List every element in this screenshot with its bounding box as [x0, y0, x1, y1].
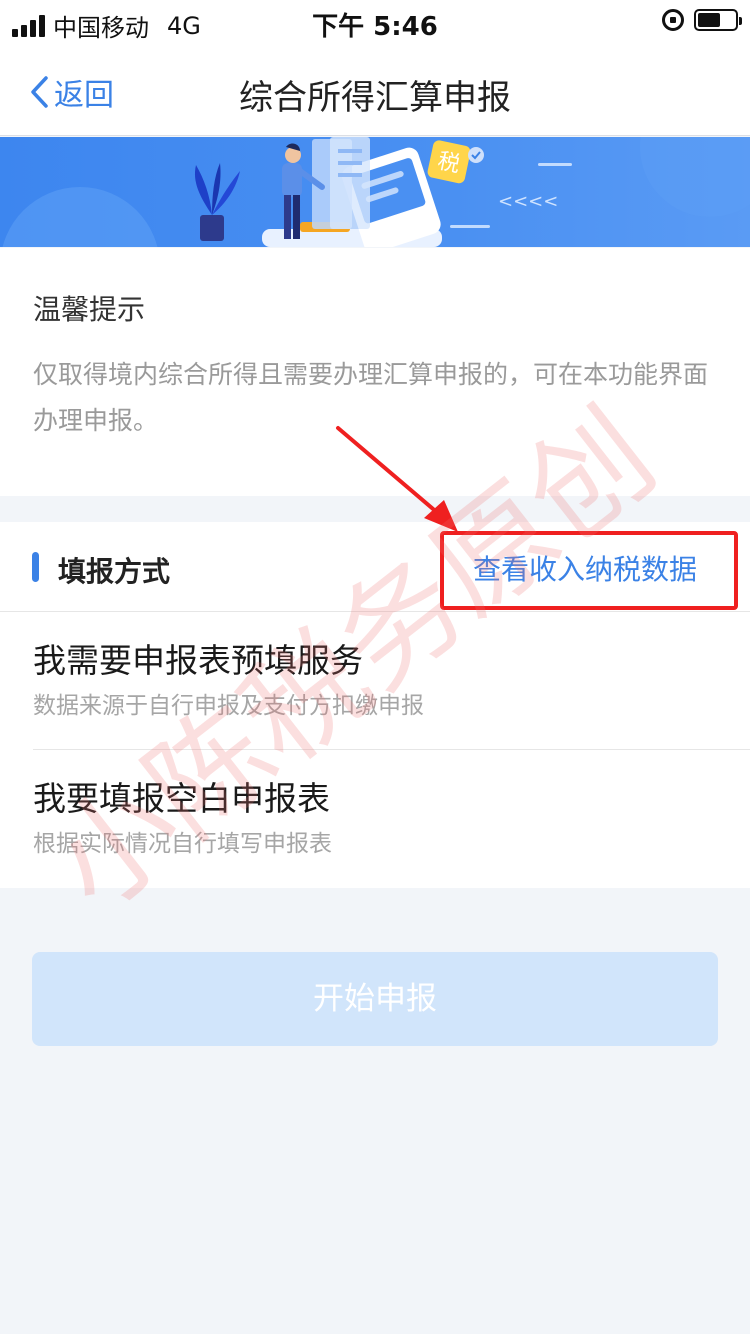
status-bar: 中国移动 4G 下午 5:46	[0, 0, 750, 42]
status-time: 下午 5:46	[312, 12, 438, 42]
notice-card: 温馨提示 仅取得境内综合所得且需要办理汇算申报的，可在本功能界面办理申报。	[0, 248, 750, 496]
banner-arrows: <<<<	[498, 191, 558, 212]
status-right	[662, 9, 742, 31]
filing-method-section: 填报方式 查看收入纳税数据 我需要申报表预填服务 数据来源于自行申报及支付方扣缴…	[0, 522, 750, 888]
notice-title: 温馨提示	[33, 293, 146, 326]
prefill-service-option[interactable]: 我需要申报表预填服务 数据来源于自行申报及支付方扣缴申报	[0, 612, 750, 750]
option-title: 我需要申报表预填服务	[33, 641, 363, 680]
filing-method-label: 填报方式	[58, 555, 171, 588]
plant-icon	[194, 163, 240, 241]
nav-bar: 返回 综合所得汇算申报	[0, 40, 750, 136]
page: 中国移动 4G 下午 5:46 返回 综合所得汇算申报 税 <<<< 温馨提示 …	[0, 0, 750, 1334]
notice-text: 仅取得境内综合所得且需要办理汇算申报的，可在本功能界面办理申报。	[33, 360, 709, 435]
filing-method-header: 填报方式 查看收入纳税数据	[0, 522, 750, 612]
banner: 税 <<<<	[0, 137, 750, 247]
section-accent-bar	[32, 552, 39, 582]
option-subtitle: 根据实际情况自行填写申报表	[33, 831, 332, 857]
start-filing-button[interactable]: 开始申报	[32, 952, 718, 1046]
option-title: 我要填报空白申报表	[33, 779, 330, 818]
annotation-highlight-box	[440, 531, 738, 610]
banner-illustration: 税 <<<<	[2, 137, 750, 247]
battery-icon	[694, 9, 742, 31]
option-subtitle: 数据来源于自行申报及支付方扣缴申报	[33, 693, 424, 719]
rotation-lock-icon	[662, 9, 684, 31]
page-title: 综合所得汇算申报	[239, 78, 511, 118]
blank-form-option[interactable]: 我要填报空白申报表 根据实际情况自行填写申报表	[0, 750, 750, 888]
